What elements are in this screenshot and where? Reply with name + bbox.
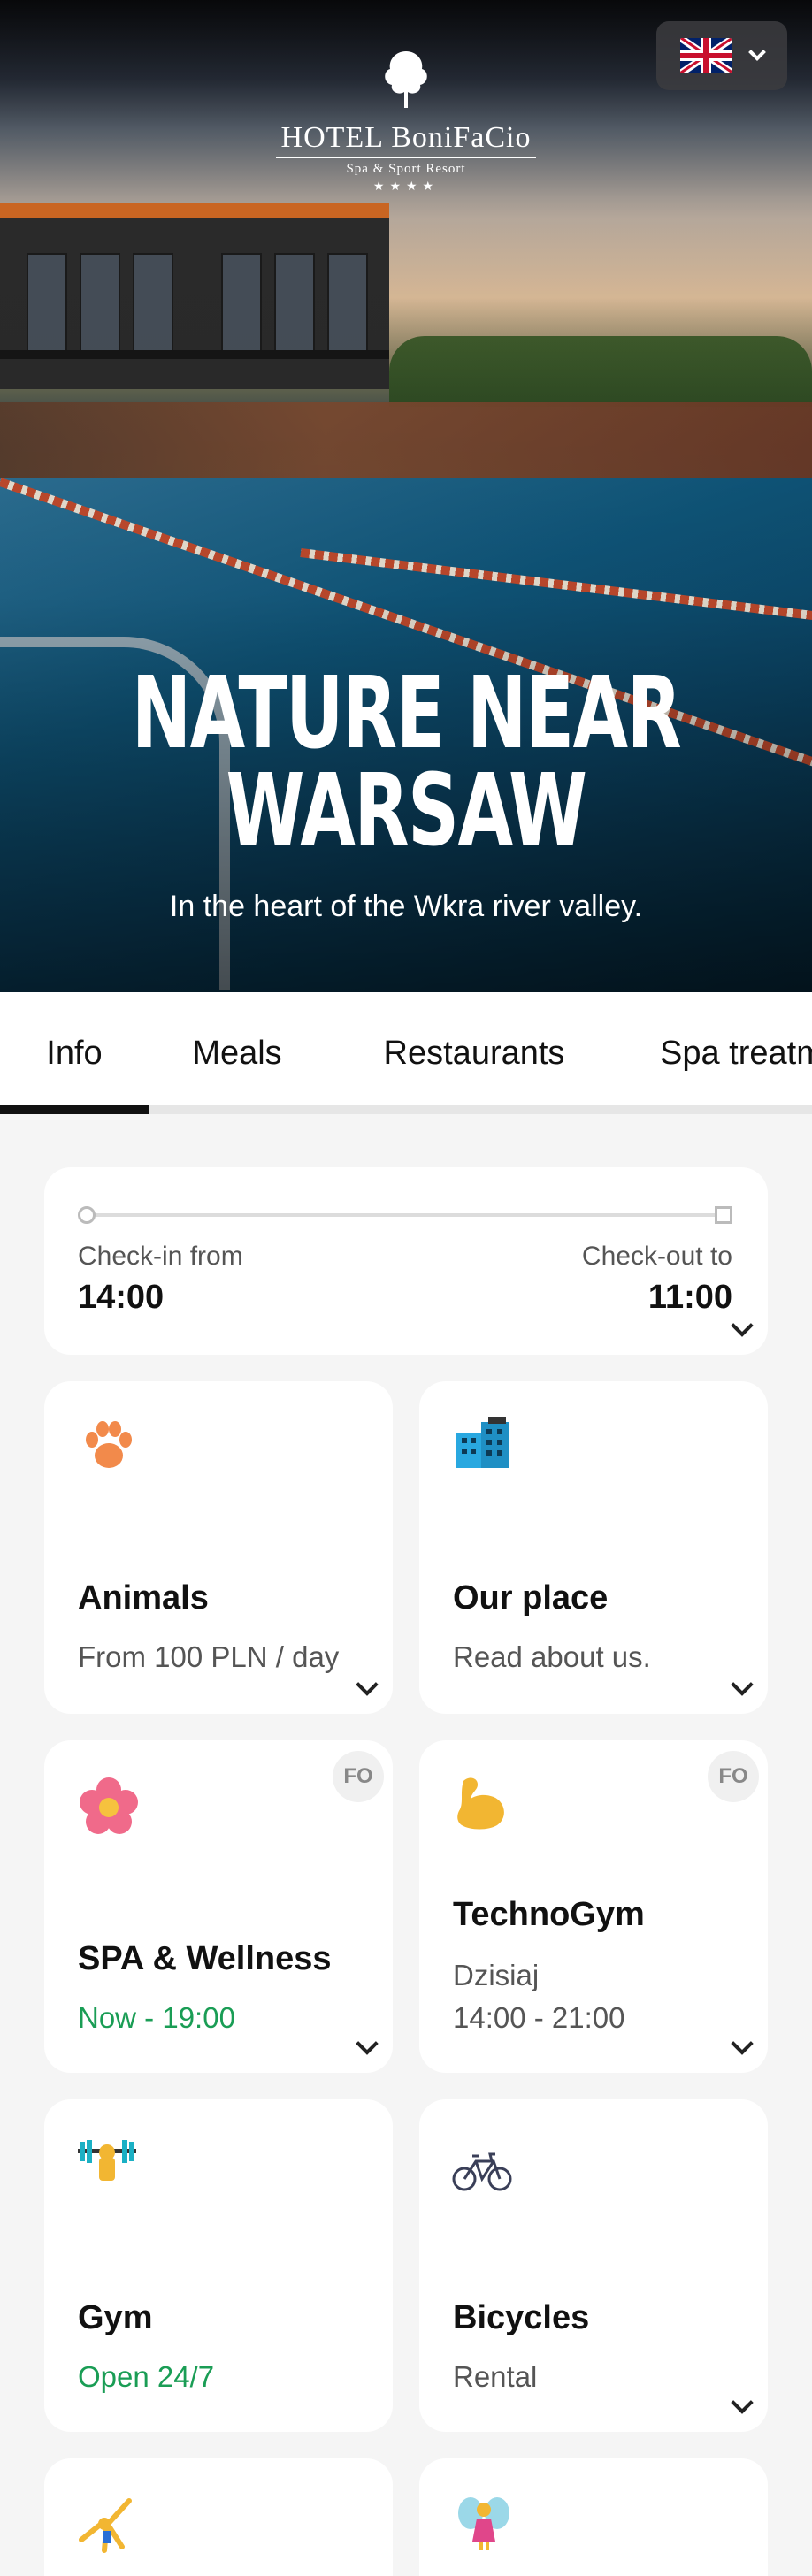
card-animals-title: Animals — [78, 1579, 209, 1617]
hotel-stars: ★★★★ — [372, 179, 440, 193]
paw-icon — [86, 1421, 132, 1468]
language-selector-button[interactable] — [656, 21, 787, 90]
hero-subtitle: In the heart of the Wkra river valley. — [169, 890, 643, 923]
checkout-marker — [715, 1206, 732, 1224]
tab-active-indicator — [0, 1105, 149, 1114]
chevron-down-icon — [748, 43, 766, 61]
uk-flag-icon — [680, 38, 732, 73]
card-spa-title: SPA & Wellness — [78, 1940, 332, 1977]
hotel-logo: HOTEL BoniFaCio Spa & Sport Resort ★★★★ — [273, 44, 539, 194]
section-tabs: Info Meals Restaurants Spa treatments — [0, 992, 812, 1114]
checkout-time: 11:00 — [647, 1279, 732, 1316]
tree-logo-icon — [385, 51, 427, 108]
card-technogym-badge: FO — [708, 1751, 759, 1802]
card-our-place-title: Our place — [453, 1579, 609, 1617]
card-gym-hours: Open 24/7 — [78, 2360, 215, 2393]
checkout-label: Check-out to — [581, 1242, 732, 1271]
card-technogym-day: Dzisiaj — [453, 1959, 540, 1991]
card-our-place-text: Read about us. — [453, 1640, 651, 1673]
hero-banner: HOTEL BoniFaCio Spa & Sport Resort ★★★★ … — [0, 0, 812, 992]
card-technogym-title: TechnoGym — [453, 1896, 645, 1933]
card-gym-title: Gym — [78, 2299, 153, 2336]
card-bicycles-text: Rental — [453, 2360, 538, 2393]
checkin-time: 14:00 — [78, 1279, 165, 1316]
checkin-label: Check-in from — [78, 1242, 243, 1271]
tab-restaurants[interactable]: Restaurants — [350, 992, 598, 1114]
hotel-name: HOTEL BoniFaCio — [275, 121, 537, 158]
cartwheel-icon — [79, 2498, 132, 2553]
checkin-marker — [78, 1206, 96, 1224]
card-bicycles-title: Bicycles — [453, 2299, 590, 2336]
hero-title-line1: NATURE NEAR — [131, 656, 682, 771]
tab-info[interactable]: Info — [0, 992, 149, 1114]
tab-meals[interactable]: Meals — [149, 992, 326, 1114]
hero-title-line2: WARSAW — [226, 753, 586, 868]
card-spa-badge: FO — [333, 1751, 384, 1802]
checkin-timeline — [85, 1213, 722, 1217]
card-animals-text: From 100 PLN / day — [78, 1640, 340, 1673]
tab-spa-treatments[interactable]: Spa treatments — [660, 992, 812, 1114]
bicycle-icon — [452, 2152, 512, 2191]
hotel-subtitle: Spa & Sport Resort — [346, 162, 466, 176]
flexed-biceps-icon — [457, 1777, 504, 1830]
weightlifter-icon — [78, 2140, 136, 2181]
hero-title: NATURE NEAR WARSAW — [114, 656, 699, 868]
fairy-icon — [458, 2497, 509, 2550]
card-technogym-hours: 14:00 - 21:00 — [453, 2001, 625, 2034]
card-spa-hours: Now - 19:00 — [78, 2001, 235, 2034]
flower-icon — [80, 1777, 138, 1834]
buildings-icon — [456, 1417, 509, 1468]
